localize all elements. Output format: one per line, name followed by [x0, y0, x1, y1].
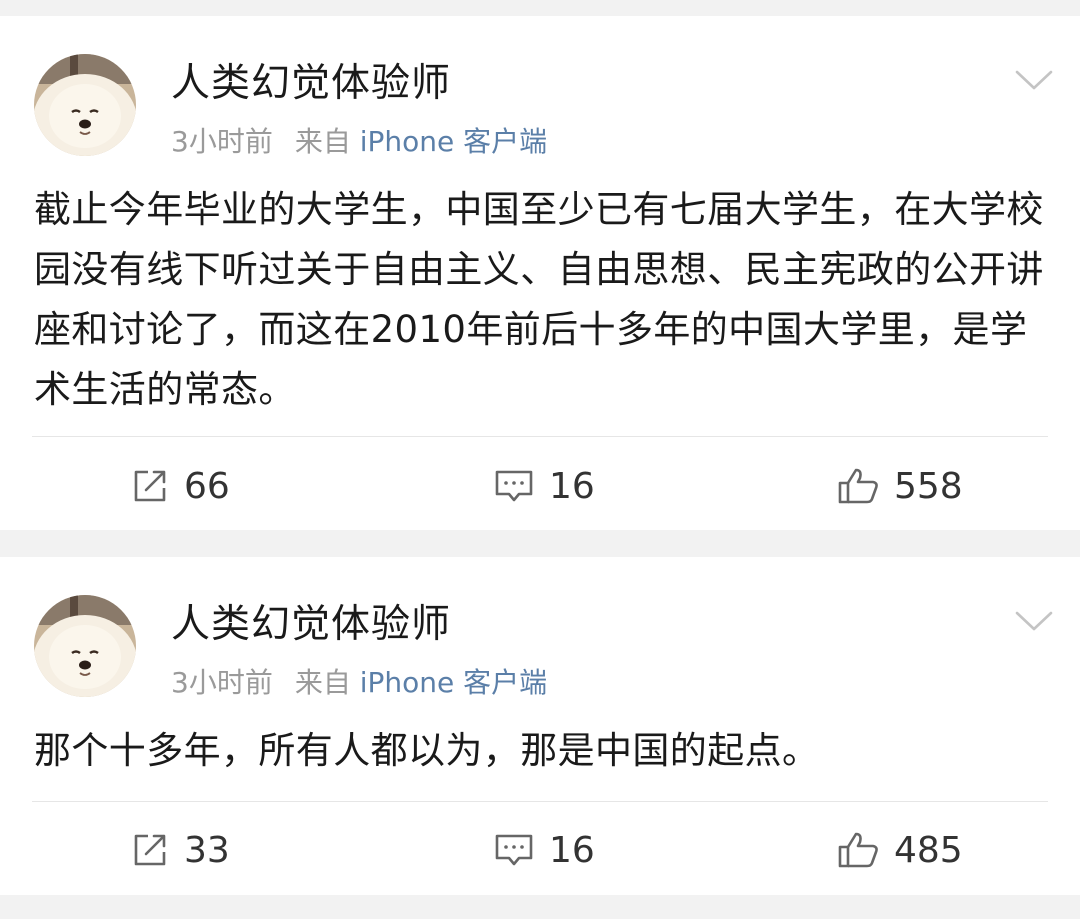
post-card[interactable]: 人类幻觉体验师 3小时前 来自 iPhone 客户端 那个十多年，所有人都以为，那… [0, 557, 1080, 895]
comment-icon [495, 834, 533, 866]
divider [32, 801, 1048, 802]
post-text: 那个十多年，所有人都以为，那是中国的起点。 [34, 729, 820, 772]
chevron-down-icon[interactable] [1014, 607, 1054, 635]
avatar[interactable] [34, 595, 136, 697]
comment-count: 16 [549, 465, 595, 507]
avatar[interactable] [34, 54, 136, 156]
source-prefix: 来自 [294, 125, 351, 158]
like-count: 558 [894, 465, 963, 507]
post-card[interactable]: 人类幻觉体验师 3小时前 来自 iPhone 客户端 截止今年毕业的大学生，中国至… [0, 16, 1080, 530]
chevron-down-icon[interactable] [1014, 66, 1054, 94]
pomeranian-avatar [34, 595, 136, 697]
like-button[interactable]: 558 [836, 456, 963, 516]
action-bar: 33 16 485 [0, 820, 1080, 880]
post-time: 3小时前 [171, 125, 273, 158]
source-link[interactable]: iPhone 客户端 [360, 666, 547, 699]
feed: 人类幻觉体验师 3小时前 来自 iPhone 客户端 截止今年毕业的大学生，中国至… [0, 0, 1080, 919]
thumbs-up-icon [838, 832, 878, 868]
comment-icon [495, 470, 533, 502]
pomeranian-avatar [34, 54, 136, 156]
action-bar: 66 16 558 [0, 456, 1080, 516]
divider [32, 436, 1048, 437]
post-time: 3小时前 [171, 666, 273, 699]
post-text: 截止今年毕业的大学生，中国至少已有七届大学生，在大学校园没有线下听过关于自由主义… [34, 188, 1044, 411]
repost-icon [134, 834, 166, 866]
repost-count: 33 [184, 829, 230, 871]
post-meta: 3小时前 来自 iPhone 客户端 [171, 663, 547, 703]
comment-count: 16 [549, 829, 595, 871]
post-meta: 3小时前 来自 iPhone 客户端 [171, 122, 547, 162]
repost-icon [134, 470, 166, 502]
source-prefix: 来自 [294, 666, 351, 699]
like-count: 485 [894, 829, 963, 871]
username[interactable]: 人类幻觉体验师 [171, 58, 451, 110]
repost-button[interactable]: 66 [130, 456, 230, 516]
thumbs-up-icon [838, 468, 878, 504]
comment-button[interactable]: 16 [493, 456, 595, 516]
like-button[interactable]: 485 [836, 820, 963, 880]
repost-button[interactable]: 33 [130, 820, 230, 880]
username[interactable]: 人类幻觉体验师 [171, 599, 451, 651]
repost-count: 66 [184, 465, 230, 507]
source-link[interactable]: iPhone 客户端 [360, 125, 547, 158]
comment-button[interactable]: 16 [493, 820, 595, 880]
